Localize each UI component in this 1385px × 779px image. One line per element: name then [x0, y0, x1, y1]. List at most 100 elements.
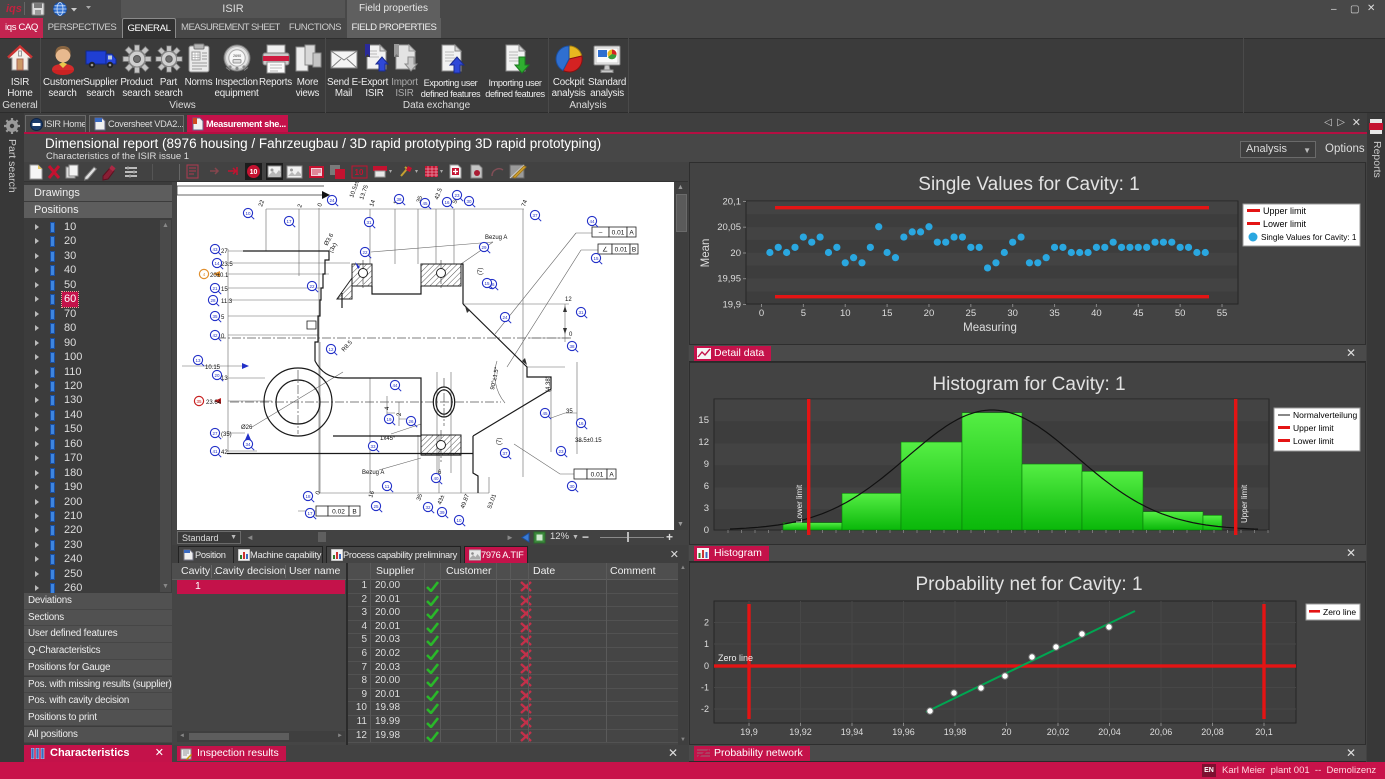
- svg-text:19,95: 19,95: [717, 274, 741, 285]
- svg-text:44: 44: [392, 383, 398, 388]
- svg-text:35: 35: [1049, 308, 1060, 319]
- svg-text:Lower limit: Lower limit: [795, 484, 804, 523]
- svg-text:23.64: 23.64: [206, 400, 222, 406]
- svg-text:2: 2: [297, 203, 304, 209]
- svg-text:31: 31: [366, 220, 372, 225]
- svg-text:Bezug A: Bezug A: [485, 235, 507, 241]
- svg-text:35: 35: [212, 314, 218, 319]
- svg-text:19: 19: [386, 417, 392, 422]
- svg-text:37: 37: [532, 213, 538, 218]
- svg-text:23: 23: [558, 449, 564, 454]
- svg-text:45: 45: [422, 201, 428, 206]
- svg-text:12: 12: [328, 347, 334, 352]
- svg-text:0: 0: [317, 202, 324, 208]
- svg-text:0: 0: [704, 525, 709, 536]
- svg-text:0.01: 0.01: [612, 230, 625, 237]
- svg-text:13: 13: [195, 358, 201, 363]
- svg-text:19,9: 19,9: [740, 727, 758, 737]
- svg-text:Zero line: Zero line: [718, 653, 753, 663]
- svg-text:74: 74: [521, 199, 529, 208]
- svg-text:35: 35: [416, 493, 424, 502]
- svg-text:(7): (7): [497, 438, 503, 445]
- svg-text:Upper limit: Upper limit: [1263, 206, 1307, 216]
- svg-text:1: 1: [704, 639, 709, 649]
- svg-text:Histogram for Cavity: 1: Histogram for Cavity: 1: [932, 374, 1125, 395]
- svg-text:25: 25: [373, 504, 379, 509]
- svg-text:4: 4: [385, 406, 391, 410]
- svg-text:3: 3: [704, 503, 709, 514]
- svg-text:5: 5: [801, 308, 806, 319]
- svg-text:37: 37: [502, 451, 508, 456]
- svg-text:20,1: 20,1: [1255, 727, 1273, 737]
- svg-text:Measuring: Measuring: [963, 322, 1017, 334]
- svg-text:38.5±0.15: 38.5±0.15: [575, 438, 602, 444]
- svg-text:14: 14: [214, 261, 220, 266]
- svg-text:0.02: 0.02: [332, 509, 345, 516]
- svg-text:15: 15: [484, 281, 490, 286]
- svg-text:42: 42: [212, 333, 218, 338]
- svg-text:19,94: 19,94: [841, 727, 864, 737]
- svg-text:40: 40: [433, 476, 439, 481]
- svg-text:Single Values for Cavity: 1: Single Values for Cavity: 1: [918, 174, 1139, 195]
- svg-text:29: 29: [481, 245, 487, 250]
- svg-text:0: 0: [759, 308, 764, 319]
- svg-text:42: 42: [221, 450, 228, 456]
- svg-text:10: 10: [250, 169, 258, 176]
- svg-text:28: 28: [210, 298, 216, 303]
- svg-text:A: A: [629, 230, 634, 237]
- svg-text:17: 17: [286, 219, 292, 224]
- svg-text:2: 2: [704, 618, 709, 628]
- svg-text:43±: 43±: [437, 494, 446, 506]
- svg-text:19,96: 19,96: [892, 727, 915, 737]
- svg-text:20,1: 20,1: [723, 197, 742, 208]
- svg-text:20,06: 20,06: [1150, 727, 1173, 737]
- svg-text:31: 31: [578, 310, 584, 315]
- svg-text:38: 38: [569, 344, 575, 349]
- svg-text:20,05: 20,05: [717, 222, 741, 233]
- svg-text:5: 5: [221, 315, 225, 321]
- svg-text:Mean: Mean: [700, 239, 712, 268]
- svg-text:B: B: [352, 509, 356, 516]
- svg-text:19,98: 19,98: [944, 727, 967, 737]
- svg-text:Lower limit: Lower limit: [1263, 219, 1307, 229]
- svg-text:55: 55: [1217, 308, 1228, 319]
- svg-text:41: 41: [212, 449, 218, 454]
- svg-text:30: 30: [569, 484, 575, 489]
- svg-text:20: 20: [1001, 727, 1011, 737]
- svg-text:2690: 2690: [232, 53, 241, 58]
- svg-text:Bezug A: Bezug A: [362, 470, 384, 476]
- svg-text:16: 16: [444, 200, 450, 205]
- svg-text:∠: ∠: [602, 246, 608, 254]
- svg-text:13: 13: [221, 376, 228, 382]
- svg-text:Normalverteilung: Normalverteilung: [1293, 410, 1358, 420]
- svg-text:27: 27: [221, 249, 228, 255]
- svg-text:19,9: 19,9: [723, 300, 742, 311]
- svg-text:18: 18: [305, 494, 311, 499]
- svg-text:32: 32: [425, 505, 431, 510]
- svg-text:16: 16: [578, 421, 584, 426]
- svg-text:45: 45: [1133, 308, 1144, 319]
- svg-text:B: B: [632, 247, 636, 254]
- svg-text:53.01: 53.01: [487, 493, 498, 510]
- svg-text:0.01: 0.01: [591, 472, 604, 479]
- svg-text:-1: -1: [701, 683, 709, 693]
- svg-text:Single Values for Cavity: 1: Single Values for Cavity: 1: [1261, 233, 1357, 242]
- svg-text:38: 38: [396, 197, 402, 202]
- svg-text:39: 39: [439, 510, 445, 515]
- svg-text:6: 6: [704, 481, 709, 492]
- svg-text:23: 23: [454, 193, 460, 198]
- svg-text:30: 30: [1007, 308, 1018, 319]
- svg-text:14: 14: [369, 199, 377, 208]
- svg-text:11.3: 11.3: [221, 299, 233, 305]
- svg-text:35: 35: [196, 399, 202, 404]
- svg-text:R8.5: R8.5: [341, 339, 354, 353]
- svg-text:20,04: 20,04: [1098, 727, 1121, 737]
- svg-text:(7): (7): [478, 268, 484, 275]
- svg-text:Lower limit: Lower limit: [1293, 436, 1334, 446]
- svg-text:9: 9: [704, 459, 709, 470]
- svg-text:30: 30: [466, 199, 472, 204]
- svg-text:22: 22: [258, 199, 266, 208]
- svg-text:40: 40: [1091, 308, 1102, 319]
- svg-text:–: –: [599, 230, 603, 237]
- svg-text:19,92: 19,92: [789, 727, 812, 737]
